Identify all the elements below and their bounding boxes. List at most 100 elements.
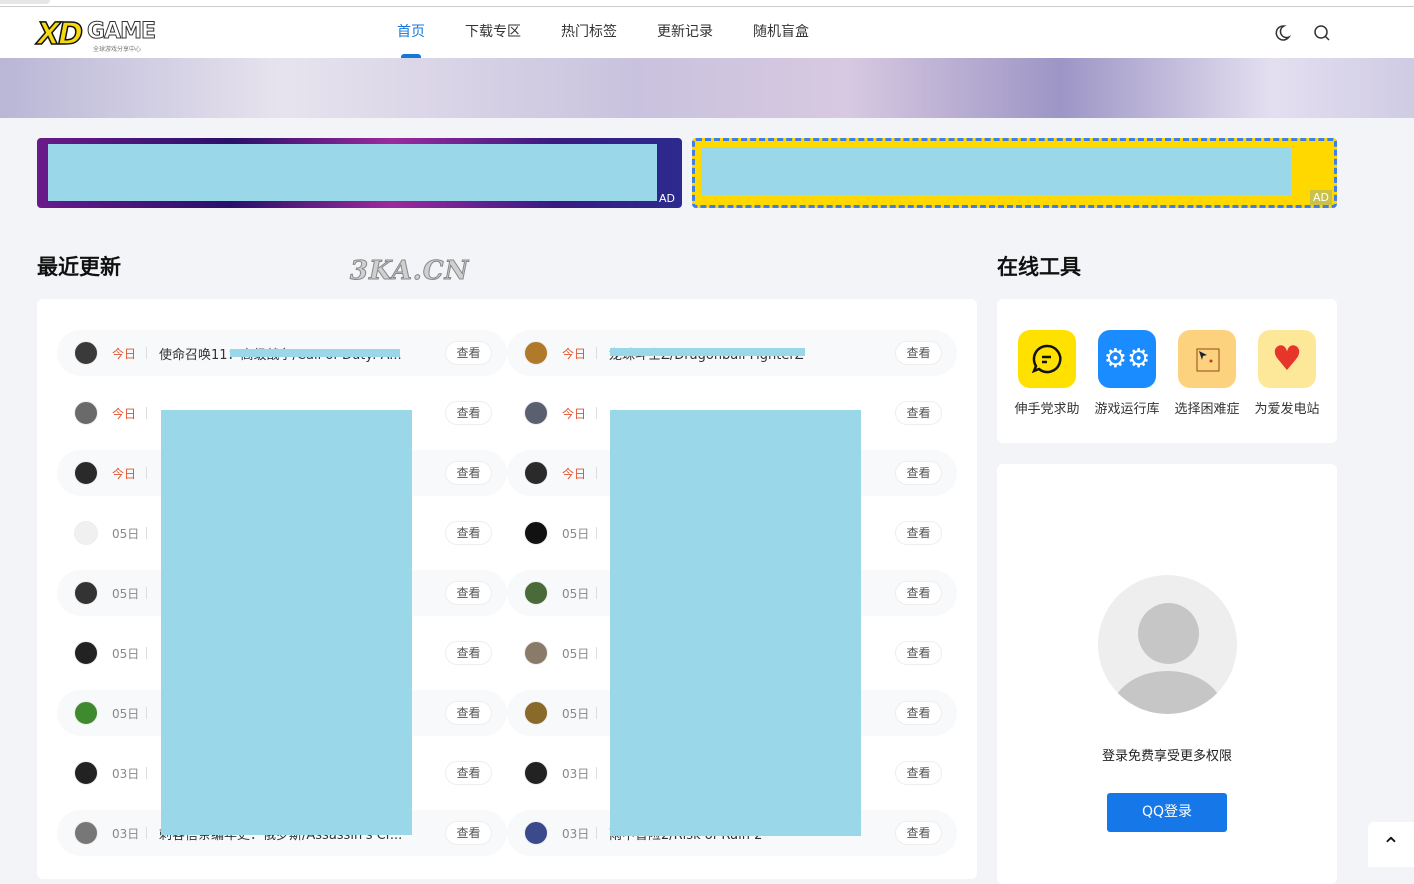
view-button[interactable]: 查看 bbox=[445, 401, 492, 425]
divider bbox=[596, 767, 597, 779]
divider bbox=[146, 587, 147, 599]
update-date: 03日 bbox=[112, 826, 140, 841]
divider bbox=[596, 407, 597, 419]
tool-label: 游戏运行库 bbox=[1094, 402, 1160, 417]
game-icon bbox=[74, 821, 98, 845]
view-button[interactable]: 查看 bbox=[895, 521, 942, 545]
chat-bubble-icon bbox=[1018, 330, 1076, 388]
view-button[interactable]: 查看 bbox=[445, 461, 492, 485]
view-button[interactable]: 查看 bbox=[445, 821, 492, 845]
divider bbox=[596, 587, 597, 599]
view-button[interactable]: 查看 bbox=[445, 341, 492, 365]
redaction bbox=[161, 410, 412, 835]
view-button[interactable]: 查看 bbox=[895, 341, 942, 365]
qq-login-button[interactable]: QQ登录 bbox=[1107, 793, 1227, 832]
tool-label: 伸手党求助 bbox=[1014, 402, 1080, 417]
ad-tag: AD bbox=[1310, 190, 1332, 205]
divider bbox=[596, 827, 597, 839]
update-date: 05日 bbox=[562, 646, 590, 661]
game-icon bbox=[524, 401, 548, 425]
redaction bbox=[610, 410, 861, 836]
update-date: 05日 bbox=[562, 706, 590, 721]
view-button[interactable]: 查看 bbox=[895, 581, 942, 605]
view-button[interactable]: 查看 bbox=[895, 821, 942, 845]
divider bbox=[146, 647, 147, 659]
update-date: 今日 bbox=[562, 466, 587, 481]
divider bbox=[596, 707, 597, 719]
tool-runtime[interactable]: ⚙⚙ 游戏运行库 bbox=[1087, 330, 1167, 417]
gears-icon: ⚙⚙ bbox=[1098, 330, 1156, 388]
divider bbox=[146, 527, 147, 539]
login-prompt: 登录免费享受更多权限 bbox=[1101, 749, 1232, 764]
logo-tagline: 全球游戏分享中心 bbox=[93, 46, 142, 53]
ad-tag: AD bbox=[659, 192, 675, 205]
back-to-top-button[interactable]: ⌃ bbox=[1368, 822, 1414, 867]
recent-updates-title: 最近更新 bbox=[37, 255, 121, 279]
logo-xd: XD bbox=[36, 16, 84, 53]
game-icon bbox=[524, 701, 548, 725]
divider bbox=[596, 467, 597, 479]
game-icon bbox=[524, 341, 548, 365]
update-date: 05日 bbox=[112, 526, 140, 541]
browser-tab[interactable] bbox=[0, 0, 50, 4]
site-header: XD GAME 全球游戏分享中心 首页 下载专区 热门标签 更新记录 随机盲盒 bbox=[0, 7, 1414, 58]
game-icon bbox=[74, 521, 98, 545]
redaction bbox=[610, 348, 805, 356]
view-button[interactable]: 查看 bbox=[895, 761, 942, 785]
ad-banner-right[interactable]: AD bbox=[692, 138, 1337, 208]
game-icon bbox=[74, 581, 98, 605]
game-icon bbox=[524, 461, 548, 485]
view-button[interactable]: 查看 bbox=[445, 701, 492, 725]
update-date: 今日 bbox=[112, 346, 137, 361]
update-date: 05日 bbox=[562, 526, 590, 541]
game-icon bbox=[74, 701, 98, 725]
logo-game: GAME bbox=[86, 19, 156, 45]
redaction bbox=[48, 144, 657, 201]
nav-home[interactable]: 首页 bbox=[397, 7, 425, 58]
game-icon bbox=[524, 761, 548, 785]
game-icon bbox=[74, 341, 98, 365]
nav-hot-tags[interactable]: 热门标签 bbox=[561, 7, 617, 58]
tool-help[interactable]: 伸手党求助 bbox=[1007, 330, 1087, 417]
nav-random-box[interactable]: 随机盲盒 bbox=[753, 7, 809, 58]
update-date: 03日 bbox=[112, 766, 140, 781]
divider bbox=[146, 767, 147, 779]
update-date: 今日 bbox=[562, 346, 587, 361]
game-icon bbox=[74, 461, 98, 485]
default-avatar bbox=[1098, 575, 1237, 714]
site-logo[interactable]: XD GAME 全球游戏分享中心 bbox=[36, 16, 157, 53]
heart-hands-icon: ♥ bbox=[1258, 330, 1316, 388]
online-tools-title: 在线工具 bbox=[997, 255, 1081, 279]
ad-banner-left[interactable]: AD bbox=[37, 138, 682, 208]
divider bbox=[146, 347, 147, 359]
game-icon bbox=[524, 821, 548, 845]
nav-downloads[interactable]: 下载专区 bbox=[465, 7, 521, 58]
divider bbox=[146, 707, 147, 719]
tool-label: 为爱发电站 bbox=[1254, 402, 1320, 417]
update-date: 今日 bbox=[562, 406, 587, 421]
divider bbox=[596, 647, 597, 659]
search-icon[interactable] bbox=[1312, 23, 1332, 43]
game-icon bbox=[524, 641, 548, 665]
view-button[interactable]: 查看 bbox=[895, 641, 942, 665]
view-button[interactable]: 查看 bbox=[445, 581, 492, 605]
tool-label: 选择困难症 bbox=[1174, 402, 1240, 417]
divider bbox=[146, 827, 147, 839]
view-button[interactable]: 查看 bbox=[895, 461, 942, 485]
update-date: 05日 bbox=[112, 586, 140, 601]
hero-banner bbox=[0, 58, 1414, 118]
tool-choice[interactable]: 选择困难症 bbox=[1167, 330, 1247, 417]
game-icon bbox=[524, 581, 548, 605]
game-icon bbox=[74, 641, 98, 665]
view-button[interactable]: 查看 bbox=[895, 401, 942, 425]
view-button[interactable]: 查看 bbox=[445, 641, 492, 665]
update-date: 05日 bbox=[562, 586, 590, 601]
view-button[interactable]: 查看 bbox=[895, 701, 942, 725]
nav-changelog[interactable]: 更新记录 bbox=[657, 7, 713, 58]
game-icon bbox=[74, 401, 98, 425]
moon-icon[interactable] bbox=[1272, 23, 1292, 43]
tool-donate[interactable]: ♥ 为爱发电站 bbox=[1247, 330, 1327, 417]
view-button[interactable]: 查看 bbox=[445, 521, 492, 545]
view-button[interactable]: 查看 bbox=[445, 761, 492, 785]
main-nav: 首页 下载专区 热门标签 更新记录 随机盲盒 bbox=[397, 7, 849, 58]
